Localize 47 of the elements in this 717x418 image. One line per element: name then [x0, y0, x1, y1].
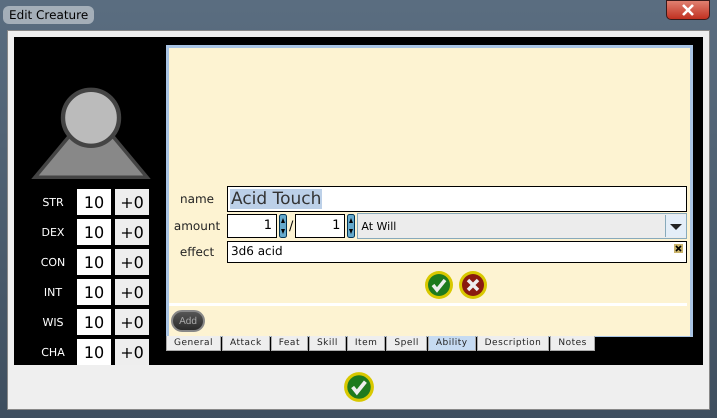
tab[interactable]: Spell	[386, 336, 427, 351]
tab[interactable]: Attack	[222, 336, 270, 351]
close-icon	[681, 4, 695, 16]
field-label: name	[178, 192, 216, 206]
close-button[interactable]	[666, 0, 710, 20]
cancel-button[interactable]	[458, 270, 488, 300]
stat-modifier: +0	[115, 339, 149, 365]
stat-score-field[interactable]: 10	[77, 279, 111, 305]
clear-icon[interactable]	[674, 244, 683, 254]
stat-label: INT	[42, 286, 64, 298]
stat-modifier: +0	[115, 309, 149, 335]
stat-label: CON	[40, 256, 66, 268]
stat-label: WIS	[41, 316, 65, 328]
caret-icon	[665, 215, 686, 238]
tab[interactable]: Notes	[550, 336, 595, 351]
window-title: Edit Creature	[3, 6, 94, 24]
stat-score-field[interactable]: 10	[77, 309, 111, 335]
stat-modifier: +0	[115, 219, 149, 245]
spinner-icon[interactable]	[347, 214, 356, 238]
frequency-dropdown[interactable]: At Will	[357, 213, 687, 240]
stat-label: CHA	[40, 346, 66, 358]
ok-button[interactable]	[342, 371, 374, 403]
tab[interactable]: General	[166, 336, 221, 351]
stat-modifier: +0	[115, 189, 149, 215]
confirm-button[interactable]	[424, 270, 454, 300]
stat-score-field[interactable]: 10	[77, 219, 111, 245]
tab[interactable]: Skill	[308, 336, 346, 351]
effect-field[interactable]: 3d6 acid	[227, 241, 687, 264]
amount-used-field[interactable]: 1	[227, 214, 277, 238]
stat-score-field[interactable]: 10	[77, 249, 111, 275]
name-field[interactable]: Acid Touch	[227, 186, 687, 212]
field-label: effect	[178, 245, 216, 260]
amount-total-field[interactable]: 1	[295, 214, 346, 238]
tab[interactable]: Item	[346, 336, 386, 351]
stat-score-field[interactable]: 10	[77, 189, 111, 215]
spinner-icon[interactable]	[279, 214, 287, 238]
selected-text: Acid Touch	[230, 189, 322, 210]
tab[interactable]: Description	[476, 336, 550, 351]
tab[interactable]: Ability	[428, 336, 476, 351]
stat-modifier: +0	[115, 279, 149, 305]
tab[interactable]: Feat	[270, 336, 308, 351]
stat-modifier: +0	[115, 249, 149, 275]
stat-score-field[interactable]: 10	[77, 339, 111, 365]
stat-label: DEX	[40, 226, 66, 238]
separator-text: /	[289, 218, 294, 234]
field-label: amount	[172, 219, 222, 234]
stat-label: STR	[41, 196, 65, 208]
